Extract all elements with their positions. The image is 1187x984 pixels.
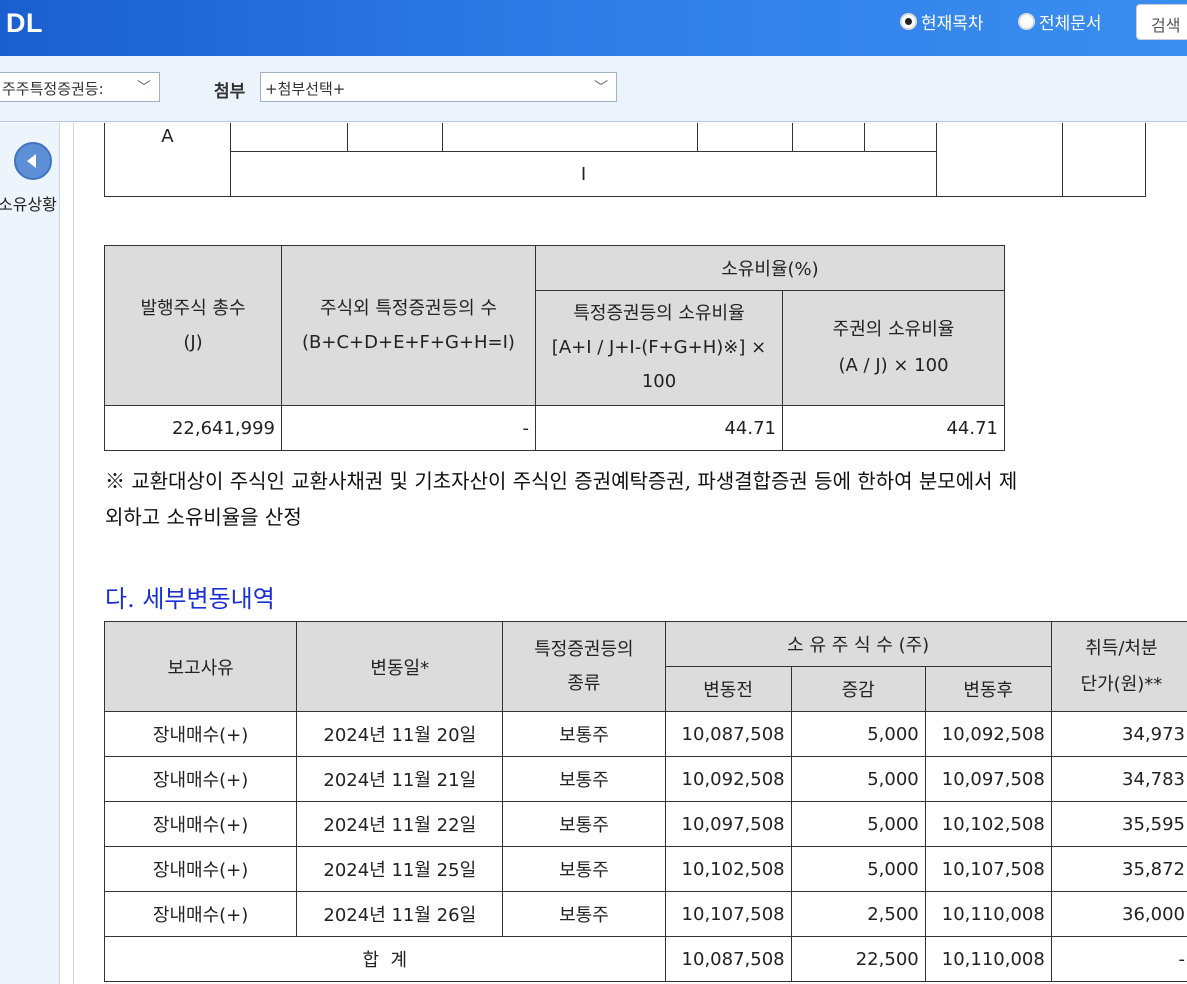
cell-date: 2024년 11월 25일 bbox=[296, 846, 504, 892]
header-issued-shares: 발행주식 총수 (J) bbox=[104, 245, 282, 406]
radio-full-document[interactable]: 전체문서 bbox=[1018, 9, 1102, 34]
row-label-i: I bbox=[229, 151, 938, 197]
ownership-table-fragment: A I bbox=[104, 123, 1146, 197]
table-row: 장내매수(+) 2024년 11월 20일 보통주 10,087,508 5,000 10… bbox=[103, 711, 1187, 757]
value-other-securities: - bbox=[281, 405, 536, 451]
cell-before: 10,092,508 bbox=[664, 756, 792, 802]
cell-price: 34,973 bbox=[1050, 711, 1187, 757]
header-ownership-ratio: 소유비율(%) bbox=[535, 245, 1005, 291]
document-select[interactable]: 주주특정증권등: ﹀ bbox=[0, 72, 160, 102]
value-share-ratio: 44.71 bbox=[782, 405, 1005, 451]
section-title: 다. 세부변동내역 bbox=[105, 585, 275, 613]
cell-after: 10,110,008 bbox=[924, 891, 1052, 937]
header-specific-ratio: 특정증권등의 소유비율 [A+I / J+I-(F+G+H)※] × 100 bbox=[535, 290, 783, 406]
table-row: 장내매수(+) 2024년 11월 26일 보통주 10,107,508 2,500 10… bbox=[103, 891, 1187, 937]
cell-reason: 장내매수(+) bbox=[103, 801, 298, 847]
chevron-down-icon: ﹀ bbox=[137, 80, 151, 96]
total-change: 22,500 bbox=[790, 936, 926, 982]
header-unit-price: 취득/처분 단가(원)** bbox=[1050, 621, 1187, 712]
header-share-ratio: 주권의 소유비율 (A / J) × 100 bbox=[782, 290, 1005, 406]
sidebar-divider[interactable] bbox=[60, 123, 74, 984]
radio-checked-icon[interactable] bbox=[900, 13, 917, 30]
cell-reason: 장내매수(+) bbox=[103, 756, 298, 802]
total-row: 합 계 10,087,508 22,500 10,110,008 - bbox=[104, 936, 1187, 982]
table-row: 장내매수(+) 2024년 11월 22일 보통주 10,097,508 5,000 10… bbox=[103, 801, 1187, 847]
cell-after: 10,097,508 bbox=[924, 756, 1052, 802]
header-change: 증감 bbox=[790, 666, 926, 712]
header-security-type: 특정증권등의 종류 bbox=[502, 621, 666, 712]
ownership-ratio-table: 발행주식 총수 (J) 주식외 특정증권등의 수 (B+C+D+E+F+G+H=I)… bbox=[104, 245, 1005, 451]
cell-type: 보통주 bbox=[502, 891, 666, 937]
cell-change: 5,000 bbox=[790, 846, 926, 892]
cell-price: 35,872 bbox=[1050, 846, 1187, 892]
document-select-value: 주주특정증권등: bbox=[2, 80, 104, 98]
total-after: 10,110,008 bbox=[924, 936, 1052, 982]
cell-price: 35,595 bbox=[1050, 801, 1187, 847]
header-before: 변동전 bbox=[664, 666, 792, 712]
cell-type: 보통주 bbox=[502, 711, 666, 757]
top-header: DL 현재목차 전체문서 검색 bbox=[0, 0, 1187, 56]
cell-change: 2,500 bbox=[790, 891, 926, 937]
header-reason: 보고사유 bbox=[103, 621, 298, 712]
cell-date: 2024년 11월 26일 bbox=[296, 891, 504, 937]
cell-after: 10,107,508 bbox=[924, 846, 1052, 892]
total-label: 합 계 bbox=[104, 936, 666, 982]
collapse-sidebar-icon[interactable] bbox=[14, 142, 52, 180]
radio-unchecked-icon[interactable] bbox=[1018, 13, 1035, 30]
attach-select-value: +첨부선택+ bbox=[265, 80, 346, 98]
header-shares-owned: 소 유 주 식 수 (주) bbox=[664, 621, 1052, 667]
footnote-text: ※ 교환대상이 주식인 교환사채권 및 기초자산이 주식인 증권예탁증권, 파생… bbox=[105, 469, 1018, 529]
detail-change-table: 보고사유 변동일* 특정증권등의 종류 소 유 주 식 수 (주) 취득/처분 단가… bbox=[103, 621, 1187, 982]
app-logo: DL bbox=[6, 8, 43, 38]
cell-after: 10,102,508 bbox=[924, 801, 1052, 847]
search-button[interactable]: 검색 bbox=[1136, 4, 1187, 40]
cell-price: 34,783 bbox=[1050, 756, 1187, 802]
radio-current-label: 현재목차 bbox=[921, 14, 984, 34]
cell-change: 5,000 bbox=[790, 711, 926, 757]
attach-select[interactable]: +첨부선택+ ﹀ bbox=[260, 72, 617, 102]
row-label-a: A bbox=[104, 123, 231, 197]
cell-type: 보통주 bbox=[502, 756, 666, 802]
cell-change: 5,000 bbox=[790, 801, 926, 847]
document-toolbar: 주주특정증권등: ﹀ 첨부 +첨부선택+ ﹀ bbox=[0, 56, 1187, 122]
cell-before: 10,097,508 bbox=[664, 801, 792, 847]
header-after: 변동후 bbox=[924, 666, 1052, 712]
document-viewer: A I 발행주식 총수 (J) 주식외 특정증권등의 수 (B+C+D+E+F+G+… bbox=[75, 123, 1187, 984]
cell-price: 36,000 bbox=[1050, 891, 1187, 937]
cell-date: 2024년 11월 20일 bbox=[296, 711, 504, 757]
table-row: 장내매수(+) 2024년 11월 25일 보통주 10,102,508 5,000 10… bbox=[103, 846, 1187, 892]
cell-reason: 장내매수(+) bbox=[103, 711, 298, 757]
toc-item-ownership[interactable]: 소유상황 bbox=[0, 191, 57, 215]
cell-before: 10,102,508 bbox=[664, 846, 792, 892]
cell-type: 보통주 bbox=[502, 846, 666, 892]
cell-date: 2024년 11월 22일 bbox=[296, 801, 504, 847]
cell-before: 10,107,508 bbox=[664, 891, 792, 937]
cell-before: 10,087,508 bbox=[664, 711, 792, 757]
radio-current-toc[interactable]: 현재목차 bbox=[900, 9, 984, 34]
total-price: - bbox=[1050, 936, 1187, 982]
value-specific-ratio: 44.71 bbox=[535, 405, 783, 451]
cell-date: 2024년 11월 21일 bbox=[296, 756, 504, 802]
cell-type: 보통주 bbox=[502, 801, 666, 847]
cell-change: 5,000 bbox=[790, 756, 926, 802]
detail-rows: 장내매수(+) 2024년 11월 20일 보통주 10,087,508 5,000 10… bbox=[103, 711, 1187, 937]
header-other-securities: 주식외 특정증권등의 수 (B+C+D+E+F+G+H=I) bbox=[281, 245, 536, 406]
table-row: 장내매수(+) 2024년 11월 21일 보통주 10,092,508 5,000 10… bbox=[103, 756, 1187, 802]
header-change-date: 변동일* bbox=[296, 621, 504, 712]
attach-label: 첨부 bbox=[214, 82, 246, 102]
cell-reason: 장내매수(+) bbox=[103, 846, 298, 892]
total-before: 10,087,508 bbox=[664, 936, 792, 982]
value-issued-shares: 22,641,999 bbox=[104, 405, 282, 451]
radio-all-label: 전체문서 bbox=[1039, 14, 1102, 34]
toc-sidebar: 소유상황 bbox=[0, 123, 60, 984]
cell-after: 10,092,508 bbox=[924, 711, 1052, 757]
cell-reason: 장내매수(+) bbox=[103, 891, 298, 937]
chevron-down-icon: ﹀ bbox=[594, 80, 608, 96]
